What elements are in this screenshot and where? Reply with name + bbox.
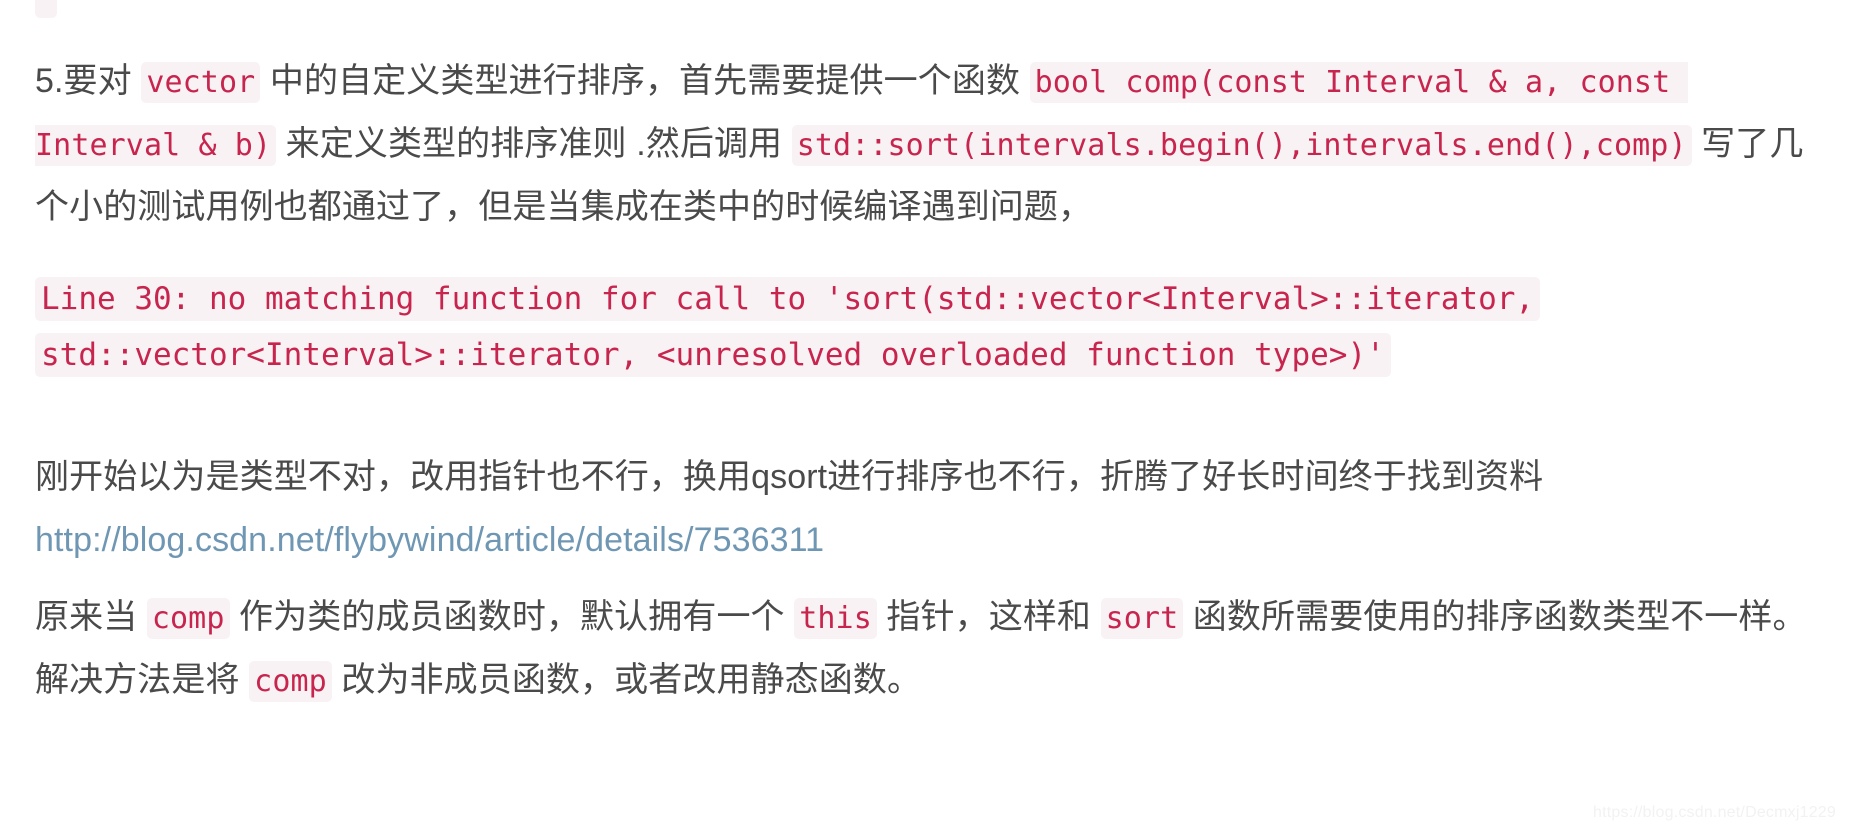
conclusion-text-segment-1: 原来当 bbox=[35, 598, 147, 636]
inline-code-sort: sort bbox=[1100, 598, 1184, 639]
reference-link[interactable]: http://blog.csdn.net/flybywind/article/d… bbox=[35, 521, 824, 559]
inline-code-this: this bbox=[794, 598, 877, 639]
inline-code-comp-1: comp bbox=[146, 598, 230, 639]
paragraph-middle: 刚开始以为是类型不对，改用指针也不行，换用qsort进行排序也不行，折腾了好长时… bbox=[35, 446, 1825, 572]
intro-text-segment-3: 来定义类型的排序准则 .然后调用 bbox=[276, 125, 792, 163]
csdn-watermark: https://blog.csdn.net/Decmxj1229 bbox=[1593, 804, 1836, 821]
intro-text-segment-2: 中的自定义类型进行排序，首先需要提供一个函数 bbox=[260, 62, 1030, 100]
conclusion-text-segment-2: 作为类的成员函数时，默认拥有一个 bbox=[229, 598, 795, 636]
conclusion-text-segment-3: 指针，这样和 bbox=[876, 598, 1101, 636]
paragraph-conclusion: 原来当 comp 作为类的成员函数时，默认拥有一个 this 指针，这样和 so… bbox=[35, 586, 1825, 712]
clipped-code-fragment bbox=[35, 0, 57, 18]
compiler-error-block: Line 30: no matching function for call t… bbox=[35, 272, 1825, 382]
middle-text-segment-1: 刚开始以为是类型不对，改用指针也不行，换用qsort进行排序也不行，折腾了好长时… bbox=[35, 458, 1544, 496]
intro-text-segment-1: 5.要对 bbox=[35, 62, 142, 100]
compiler-error-line-2: std::vector<Interval>::iterator, <unreso… bbox=[35, 333, 1391, 377]
inline-code-comp-2: comp bbox=[249, 661, 332, 702]
compiler-error-line-1: Line 30: no matching function for call t… bbox=[35, 277, 1541, 321]
inline-code-std-sort-call: std::sort(intervals.begin(),intervals.en… bbox=[791, 125, 1692, 166]
conclusion-text-segment-5: 改为非成员函数，或者改用静态函数。 bbox=[331, 661, 922, 699]
article-page: 5.要对 vector 中的自定义类型进行排序，首先需要提供一个函数 bool … bbox=[0, 0, 1850, 826]
inline-code-vector: vector bbox=[141, 62, 261, 103]
paragraph-intro: 5.要对 vector 中的自定义类型进行排序，首先需要提供一个函数 bool … bbox=[35, 50, 1825, 239]
